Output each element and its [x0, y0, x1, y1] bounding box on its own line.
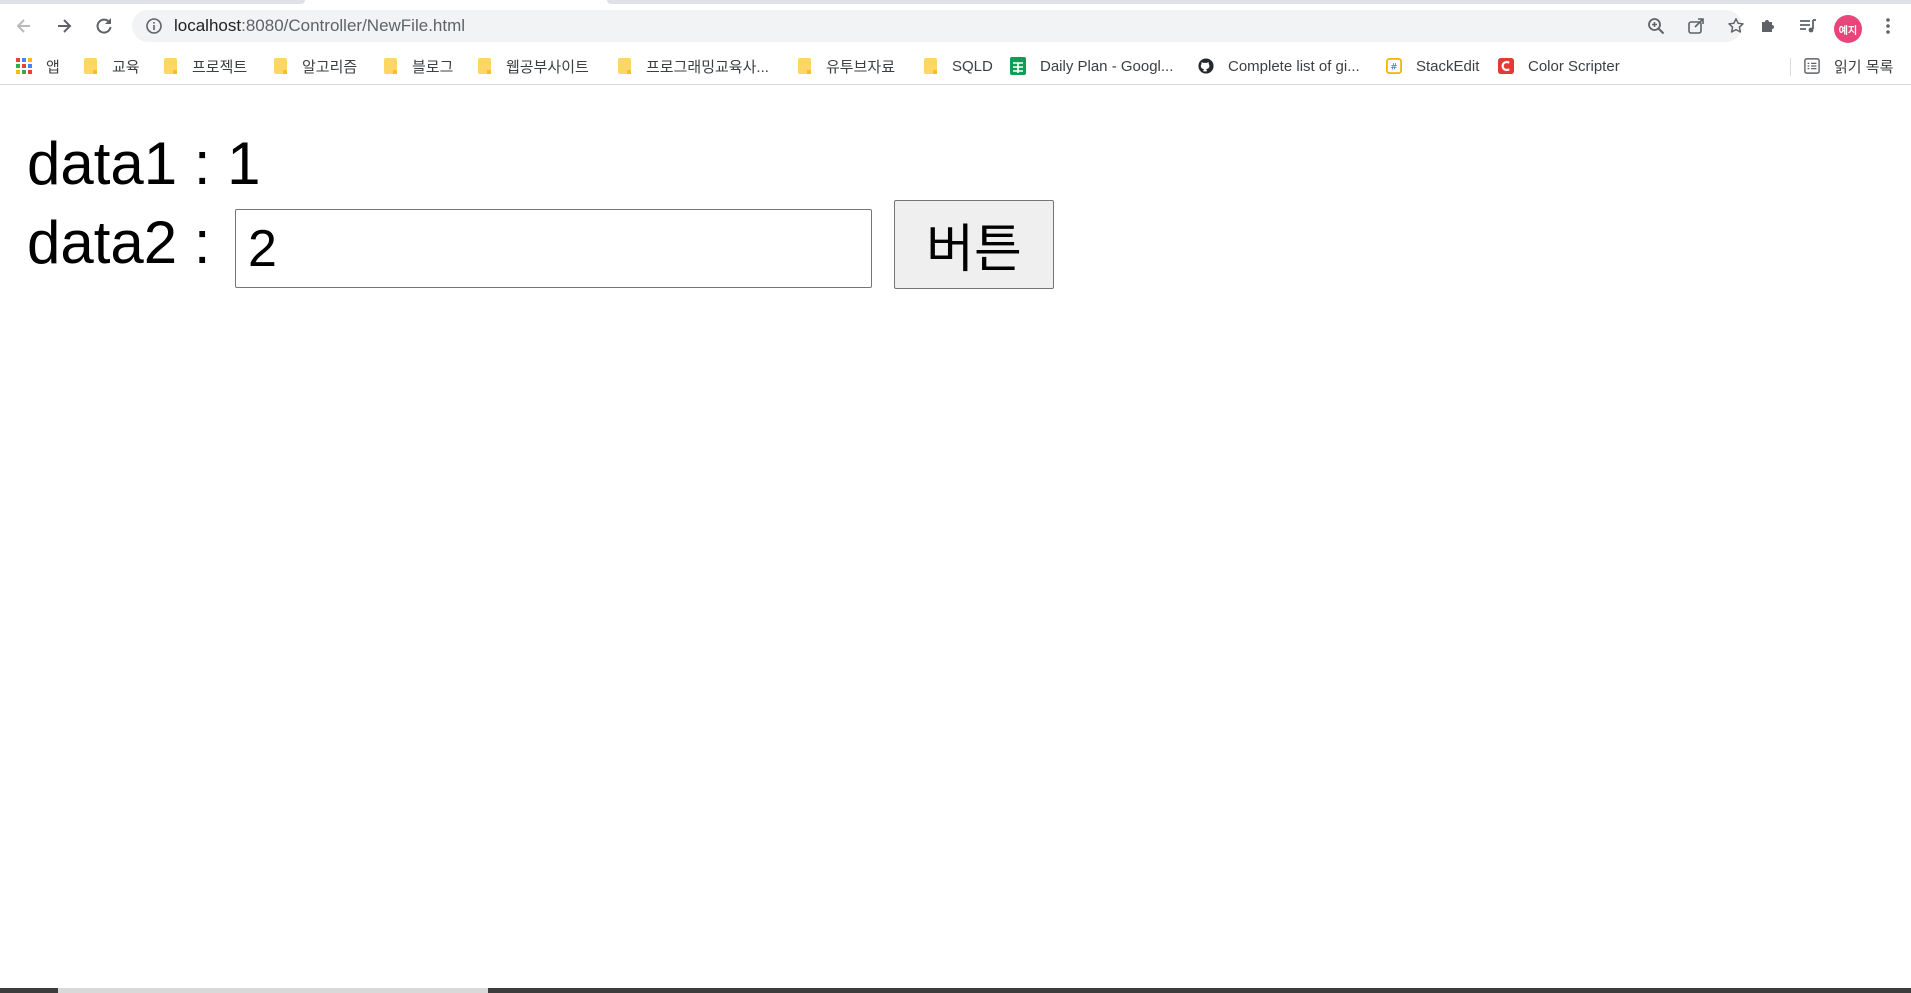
- data2-label: data2 :: [27, 209, 228, 276]
- apps-grid-icon: [16, 58, 32, 74]
- folder-icon: [616, 58, 632, 74]
- bookmark-apps[interactable]: 앱: [16, 54, 60, 78]
- reading-list-label: 읽기 목록: [1834, 58, 1894, 76]
- bookmark-folder[interactable]: 알고리즘: [272, 54, 357, 78]
- forward-arrow-icon: [58, 19, 72, 33]
- bookmark-stackedit[interactable]: # StackEdit: [1386, 54, 1479, 78]
- profile-avatar[interactable]: 예지: [1834, 15, 1862, 43]
- site-info-icon[interactable]: [146, 18, 162, 34]
- bookmark-label: Color Scripter: [1528, 57, 1620, 75]
- folder-icon: [476, 58, 492, 74]
- back-arrow-icon: [16, 19, 30, 33]
- bookmark-daily-plan[interactable]: Daily Plan - Googl...: [1010, 54, 1173, 78]
- bookmark-label: 프로젝트: [192, 58, 248, 76]
- data1-row: data1 : 1: [27, 129, 261, 199]
- back-button[interactable]: [8, 10, 40, 42]
- folder-icon: [922, 58, 938, 74]
- svg-text:#: #: [1390, 63, 1397, 73]
- reload-button[interactable]: [88, 10, 120, 42]
- bookmark-label: 알고리즘: [302, 58, 358, 76]
- bookmark-label: Complete list of gi...: [1228, 57, 1360, 75]
- bookmark-label: Daily Plan - Googl...: [1040, 57, 1174, 75]
- reload-icon: [96, 18, 112, 34]
- bookmarks-bar: 앱 교육 프로젝트 알고리즘 블로그 웹공부사이트 프로그래밍교육사... 유투…: [0, 48, 1911, 85]
- google-sheets-icon: [1010, 57, 1026, 75]
- bookmark-folder[interactable]: 교육: [82, 54, 140, 78]
- bookmark-star-button[interactable]: [1720, 10, 1752, 42]
- bookmark-color-scripter[interactable]: Color Scripter: [1498, 54, 1620, 78]
- bookmark-folder[interactable]: 프로젝트: [162, 54, 247, 78]
- bookmark-folder[interactable]: 유투브자료: [796, 54, 895, 78]
- star-icon: [1728, 18, 1744, 33]
- bookmark-folder[interactable]: 블로그: [382, 54, 453, 78]
- data1-value: 1: [227, 130, 261, 197]
- playlist-icon: [1800, 19, 1816, 33]
- extensions-button[interactable]: [1752, 10, 1784, 42]
- folder-icon: [162, 58, 178, 74]
- data2-row: data2 :: [27, 208, 227, 278]
- bookmarks-divider: [1790, 58, 1791, 76]
- bookmark-label: 웹공부사이트: [506, 58, 589, 76]
- puzzle-icon: [1762, 20, 1774, 32]
- reading-list-icon: [1804, 58, 1820, 74]
- folder-icon: [272, 58, 288, 74]
- reading-list-button[interactable]: 읽기 목록: [1804, 54, 1893, 78]
- url-host: localhost: [174, 16, 242, 35]
- taskbar-edge: [0, 988, 1911, 993]
- bookmark-github[interactable]: Complete list of gi...: [1198, 54, 1360, 78]
- bookmark-label: 교육: [112, 58, 140, 76]
- address-bar[interactable]: localhost:8080/Controller/NewFile.html: [132, 10, 1744, 42]
- bookmark-folder[interactable]: SQLD: [922, 54, 993, 78]
- bookmark-label: SQLD: [952, 57, 993, 75]
- folder-icon: [382, 58, 398, 74]
- page-content: data1 : 1 data2 : 버튼: [0, 85, 1911, 988]
- bookmark-label: 프로그래밍교육사...: [646, 58, 769, 76]
- data2-input[interactable]: [235, 209, 872, 288]
- browser-toolbar: localhost:8080/Controller/NewFile.html 예…: [0, 4, 1911, 48]
- bookmark-folder[interactable]: 웹공부사이트: [476, 54, 589, 78]
- browser-menu-button[interactable]: [1872, 10, 1904, 42]
- bookmark-label: StackEdit: [1416, 57, 1480, 75]
- kebab-menu-icon: [1886, 18, 1890, 34]
- bookmark-folder[interactable]: 프로그래밍교육사...: [616, 54, 769, 78]
- data1-label: data1 :: [27, 130, 228, 197]
- share-icon: [1688, 18, 1704, 34]
- zoom-icon: [1648, 18, 1665, 35]
- taskbar-edge-highlight: [58, 988, 488, 993]
- url-path: :8080/Controller/NewFile.html: [241, 16, 466, 35]
- stackedit-icon: #: [1386, 58, 1402, 74]
- bookmark-label: 블로그: [412, 58, 454, 76]
- share-button[interactable]: [1680, 10, 1712, 42]
- folder-icon: [796, 58, 812, 74]
- submit-button[interactable]: 버튼: [894, 200, 1054, 289]
- color-scripter-icon: [1498, 58, 1514, 74]
- url-text[interactable]: localhost:8080/Controller/NewFile.html: [174, 10, 465, 42]
- forward-button[interactable]: [48, 10, 80, 42]
- github-icon: [1198, 58, 1214, 74]
- folder-icon: [82, 58, 98, 74]
- bookmark-label: 유투브자료: [826, 58, 896, 76]
- bookmark-label: 앱: [46, 58, 60, 76]
- media-controls-button[interactable]: [1792, 10, 1824, 42]
- zoom-button[interactable]: [1640, 10, 1672, 42]
